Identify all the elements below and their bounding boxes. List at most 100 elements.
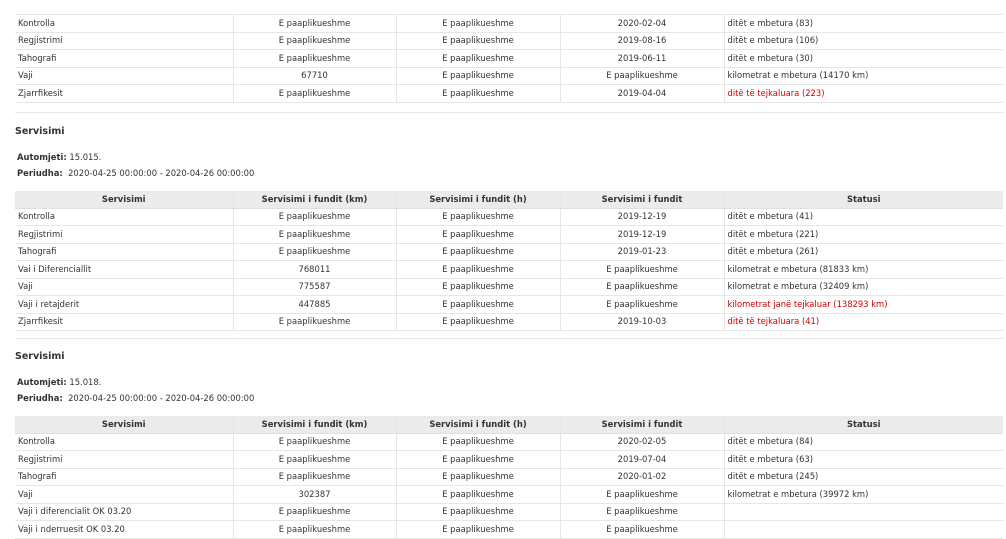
table-row: Vaji 302387 E paaplikueshme E paaplikueshme… — [15, 485, 1003, 504]
cell-status: kilometrat janë tejkaluar (138293 km) — [723, 295, 1003, 314]
header-status: Statusi — [723, 416, 1003, 434]
cell-status: ditë të tejkaluara (41) — [723, 313, 1003, 331]
report-page: Kontrolla E paaplikueshme E paaplikueshme 2… — [0, 0, 1006, 539]
cell-last-hours: E paaplikueshme — [395, 49, 560, 68]
cell-status — [723, 520, 1003, 539]
cell-last-hours: E paaplikueshme — [395, 15, 560, 33]
cell-service: Vaji i diferencialit OK 03.20 — [15, 503, 233, 521]
cell-status: ditët e mbetura (63) — [723, 450, 1003, 469]
cell-last-km: E paaplikueshme — [232, 15, 396, 33]
table-row: Kontrolla E paaplikueshme E paaplikueshme 2… — [15, 15, 1003, 33]
service-table: Servisimi Servisimi i fundit (km) Servisim… — [15, 416, 1003, 539]
section-divider — [15, 338, 1003, 339]
period-info: Periudha: 2020-04-25 00:00:00 - 2020-04-… — [17, 393, 254, 403]
table-row: Vaji i nderruesit OK 03.20 E paaplikueshm… — [15, 520, 1003, 539]
cell-last-hours: E paaplikueshme — [395, 503, 560, 521]
cell-last-date: E paaplikueshme — [559, 295, 724, 314]
header-last-hours: Servisimi i fundit (h) — [395, 191, 560, 209]
service-table: Servisimi Servisimi i fundit (km) Servisim… — [15, 191, 1003, 331]
cell-last-km: E paaplikueshme — [232, 468, 396, 486]
table-header: Servisimi Servisimi i fundit (km) Servisim… — [15, 416, 1003, 434]
cell-service: Vaji — [15, 485, 233, 504]
cell-service: Kontrolla — [15, 433, 233, 451]
cell-last-date: 2019-06-11 — [559, 49, 724, 68]
cell-last-hours: E paaplikueshme — [395, 225, 560, 244]
cell-last-date: 2019-01-23 — [559, 243, 724, 261]
cell-last-km: 768011 — [232, 260, 396, 279]
cell-status: kilometrat e mbetura (81833 km) — [723, 260, 1003, 279]
table-row: Vai i Diferenciallit 768011 E paaplikueshm… — [15, 260, 1003, 279]
cell-status: ditë të tejkaluara (223) — [723, 84, 1003, 103]
cell-status: ditët e mbetura (261) — [723, 243, 1003, 261]
table-header: Servisimi Servisimi i fundit (km) Servisim… — [15, 191, 1003, 209]
cell-last-km: E paaplikueshme — [232, 313, 396, 331]
table-row: Kontrolla E paaplikueshme E paaplikueshme 2… — [15, 433, 1003, 451]
cell-last-date: E paaplikueshme — [559, 520, 724, 539]
cell-service: Tahografi — [15, 468, 233, 486]
cell-status: kilometrat e mbetura (39972 km) — [723, 485, 1003, 504]
period-info: Periudha: 2020-04-25 00:00:00 - 2020-04-… — [17, 168, 254, 178]
cell-status: ditët e mbetura (84) — [723, 433, 1003, 451]
cell-last-hours: E paaplikueshme — [395, 485, 560, 504]
section-divider — [15, 112, 1003, 113]
cell-last-hours: E paaplikueshme — [395, 278, 560, 296]
cell-last-km: 775587 — [232, 278, 396, 296]
top-service-table: Kontrolla E paaplikueshme E paaplikueshme 2… — [15, 15, 1003, 103]
table-row: Zjarrfikesit E paaplikueshme E paaplikuesh… — [15, 84, 1003, 103]
cell-service: Vai i Diferenciallit — [15, 260, 233, 279]
header-service: Servisimi — [15, 191, 233, 209]
cell-last-date: 2019-10-03 — [559, 313, 724, 331]
cell-last-hours: E paaplikueshme — [395, 450, 560, 469]
cell-last-km: E paaplikueshme — [232, 243, 396, 261]
cell-service: Vaji — [15, 278, 233, 296]
cell-status: ditët e mbetura (83) — [723, 15, 1003, 33]
cell-last-km: 67710 — [232, 67, 396, 85]
cell-last-date: 2020-01-02 — [559, 468, 724, 486]
header-last-date: Servisimi i fundit — [559, 191, 724, 209]
period-value: 2020-04-25 00:00:00 - 2020-04-26 00:00:0… — [68, 393, 255, 403]
cell-last-km: E paaplikueshme — [232, 32, 396, 50]
cell-last-hours: E paaplikueshme — [395, 243, 560, 261]
cell-last-hours: E paaplikueshme — [395, 260, 560, 279]
cell-last-hours: E paaplikueshme — [395, 520, 560, 539]
header-last-km: Servisimi i fundit (km) — [232, 191, 396, 209]
cell-last-date: E paaplikueshme — [559, 67, 724, 85]
cell-last-date: E paaplikueshme — [559, 485, 724, 504]
cell-status: kilometrat e mbetura (32409 km) — [723, 278, 1003, 296]
cell-last-date: 2019-04-04 — [559, 84, 724, 103]
cell-service: Kontrolla — [15, 208, 233, 226]
section-title: Servisimi — [15, 126, 65, 137]
cell-last-hours: E paaplikueshme — [395, 313, 560, 331]
vehicle-value: 15.018. — [69, 377, 102, 387]
cell-status: ditët e mbetura (106) — [723, 32, 1003, 50]
table-row: Tahografi E paaplikueshme E paaplikueshme 2… — [15, 468, 1003, 486]
cell-last-hours: E paaplikueshme — [395, 208, 560, 226]
table-row: Kontrolla E paaplikueshme E paaplikueshme 2… — [15, 208, 1003, 226]
cell-last-date: 2020-02-05 — [559, 433, 724, 451]
vehicle-label: Automjeti: — [17, 152, 67, 162]
cell-status: ditët e mbetura (30) — [723, 49, 1003, 68]
header-last-date: Servisimi i fundit — [559, 416, 724, 434]
cell-last-km: E paaplikueshme — [232, 225, 396, 244]
cell-last-km: 302387 — [232, 485, 396, 504]
vehicle-info: Automjeti: 15.018. — [17, 377, 101, 387]
cell-status: kilometrat e mbetura (14170 km) — [723, 67, 1003, 85]
cell-last-hours: E paaplikueshme — [395, 84, 560, 103]
cell-service: Regjistrimi — [15, 450, 233, 469]
header-service: Servisimi — [15, 416, 233, 434]
cell-service: Zjarrfikesit — [15, 313, 233, 331]
cell-service: Vaji — [15, 67, 233, 85]
period-label: Periudha: — [17, 168, 63, 178]
cell-last-date: 2020-02-04 — [559, 15, 724, 33]
cell-last-km: E paaplikueshme — [232, 520, 396, 539]
section-title: Servisimi — [15, 351, 65, 362]
header-last-hours: Servisimi i fundit (h) — [395, 416, 560, 434]
vehicle-label: Automjeti: — [17, 377, 67, 387]
cell-status: ditët e mbetura (245) — [723, 468, 1003, 486]
cell-last-km: E paaplikueshme — [232, 49, 396, 68]
header-status: Statusi — [723, 191, 1003, 209]
cell-service: Tahografi — [15, 243, 233, 261]
cell-last-hours: E paaplikueshme — [395, 67, 560, 85]
cell-last-date: 2019-12-19 — [559, 225, 724, 244]
cell-last-date: E paaplikueshme — [559, 503, 724, 521]
